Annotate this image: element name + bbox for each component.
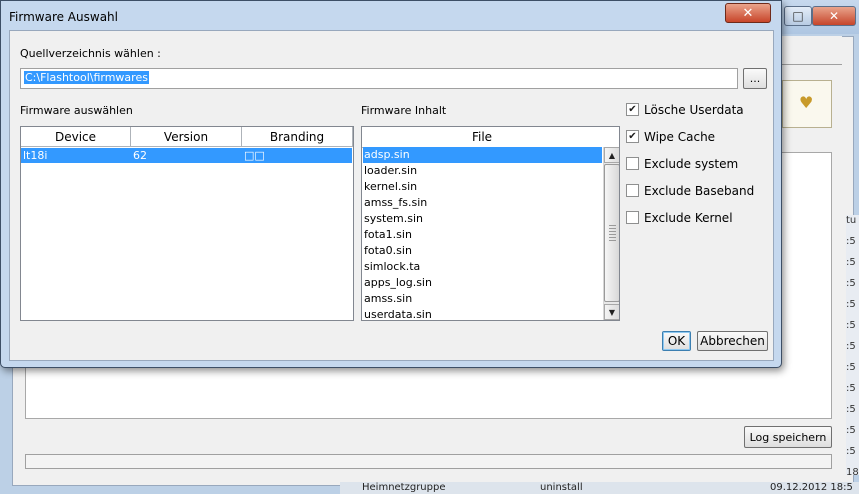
option-label: Lösche Userdata: [644, 102, 744, 117]
file-list[interactable]: File adsp.sin loader.sin kernel.sin amss_fs…: [361, 126, 620, 321]
progress-bar: [25, 454, 832, 469]
dialog-close-button[interactable]: ✕: [725, 3, 771, 23]
file-list-item[interactable]: system.sin: [363, 211, 602, 227]
taskbar-timestamp: 09.12.2012 18:5: [770, 482, 853, 493]
taskbar-item-heimnetzgruppe[interactable]: Heimnetzgruppe: [362, 482, 446, 493]
background-side-column: tu:5:5:5:5:5:5:5:5:5:5:5 18: [846, 215, 859, 478]
side-fragment: :5: [846, 257, 856, 268]
file-list-header[interactable]: File: [362, 127, 602, 148]
arrow-down-icon: ▼: [608, 307, 616, 317]
checkbox-icon[interactable]: [626, 211, 639, 224]
cell-device: lt18i: [23, 149, 48, 162]
heart-icon: ♥: [799, 93, 814, 112]
scroll-down-button[interactable]: ▼: [604, 304, 619, 320]
grip-icon: [609, 225, 616, 243]
side-fragment: :5: [846, 383, 856, 394]
file-list-item[interactable]: fota0.sin: [363, 243, 602, 259]
taskbar-item-uninstall[interactable]: uninstall: [540, 482, 583, 493]
option-label: Exclude system: [644, 156, 739, 171]
firmware-select-label: Firmware auswählen: [20, 104, 133, 117]
option-checkbox[interactable]: ✔ Lösche Userdata: [626, 102, 744, 117]
option-checkbox[interactable]: ✔ Wipe Cache: [626, 129, 715, 144]
table-row[interactable]: lt18i 62 □□: [21, 148, 352, 163]
side-fragment: :5: [846, 278, 856, 289]
option-checkbox[interactable]: Exclude system: [626, 156, 738, 171]
arrow-up-icon: ▲: [608, 150, 616, 160]
file-list-item[interactable]: amss.sin: [363, 291, 602, 307]
log-save-button[interactable]: Log speichern: [744, 426, 832, 448]
ok-button[interactable]: OK: [662, 331, 691, 351]
checkbox-icon[interactable]: [626, 157, 639, 170]
dialog-title: Firmware Auswahl: [9, 10, 118, 24]
side-fragment: :5: [846, 320, 856, 331]
side-fragment: :5: [846, 446, 856, 457]
file-list-item[interactable]: amss_fs.sin: [363, 195, 602, 211]
firmware-table-header: Device Version Branding: [21, 127, 353, 148]
firmware-content-label: Firmware Inhalt: [361, 104, 447, 117]
file-list-item[interactable]: apps_log.sin: [363, 275, 602, 291]
background-toolbar: [782, 36, 842, 65]
close-icon: ✕: [742, 5, 754, 21]
scroll-thumb[interactable]: [604, 164, 619, 302]
file-list-item[interactable]: simlock.ta: [363, 259, 602, 275]
source-directory-label: Quellverzeichnis wählen :: [20, 47, 161, 60]
source-path-text: C:\Flashtool\firmwares: [24, 71, 149, 84]
source-path-input[interactable]: C:\Flashtool\firmwares: [20, 68, 738, 89]
file-list-item[interactable]: userdata.sin: [363, 307, 602, 320]
option-checkbox[interactable]: Exclude Kernel: [626, 210, 733, 225]
side-fragment: :5: [846, 362, 856, 373]
checkmark-icon[interactable]: ✔: [626, 130, 639, 143]
side-fragment: :5: [846, 236, 856, 247]
option-checkbox[interactable]: Exclude Baseband: [626, 183, 754, 198]
file-list-scrollbar[interactable]: ▲ ▼: [603, 147, 619, 320]
taskbar-strip: Heimnetzgruppe uninstall 09.12.2012 18:5: [340, 482, 859, 494]
background-close-button[interactable]: ✕: [812, 6, 856, 26]
column-header-version[interactable]: Version: [131, 127, 242, 147]
file-list-item[interactable]: loader.sin: [363, 163, 602, 179]
side-fragment: tu: [846, 215, 857, 226]
file-list-item[interactable]: kernel.sin: [363, 179, 602, 195]
cell-branding: □□: [244, 149, 265, 162]
option-label: Exclude Kernel: [644, 210, 733, 225]
checkbox-icon[interactable]: [626, 184, 639, 197]
side-fragment: :5: [846, 404, 856, 415]
background-card: ♥: [782, 80, 832, 128]
file-list-item[interactable]: fota1.sin: [363, 227, 602, 243]
side-fragment: :5: [846, 299, 856, 310]
cancel-button[interactable]: Abbrechen: [697, 331, 768, 351]
file-list-item[interactable]: adsp.sin: [363, 147, 602, 163]
firmware-table[interactable]: Device Version Branding lt18i 62 □□: [20, 126, 354, 321]
background-maximize-button[interactable]: □: [784, 6, 812, 26]
side-fragment: :5: [846, 341, 856, 352]
scroll-up-button[interactable]: ▲: [604, 147, 619, 163]
column-header-branding[interactable]: Branding: [242, 127, 353, 147]
side-fragment: :5: [846, 425, 856, 436]
column-header-device[interactable]: Device: [21, 127, 131, 147]
option-label: Wipe Cache: [644, 129, 716, 144]
cell-version: 62: [133, 149, 147, 162]
checkmark-icon[interactable]: ✔: [626, 103, 639, 116]
browse-button[interactable]: ...: [743, 68, 767, 89]
option-label: Exclude Baseband: [644, 183, 755, 198]
